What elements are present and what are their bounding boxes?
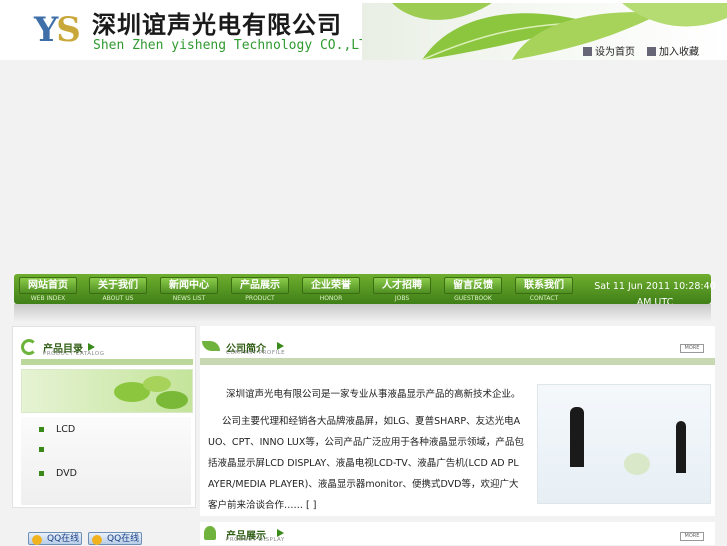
- set-homepage-link[interactable]: 设为首页: [583, 43, 635, 58]
- nav-item-news[interactable]: 新闻中心 NEWS LIST: [160, 274, 218, 304]
- sprout-icon: [204, 526, 216, 540]
- site-header: YS 深圳谊声光电有限公司 Shen Zhen yisheng Technolo…: [0, 0, 727, 60]
- main-navigation: 网站首页 WEB INDEX 关于我们 ABOUT US 新闻中心 NEWS LIST…: [14, 274, 716, 308]
- catalog-item-lcd[interactable]: LCD: [39, 424, 75, 435]
- catalog-item[interactable]: [39, 447, 56, 452]
- product-catalog-panel: 产品目录 PRODUCT CATALOG LCD DVD: [12, 326, 196, 508]
- bullet-icon: [39, 471, 44, 476]
- intro-paragraph-2: 公司主要代理和经销各大品牌液晶屏，如LG、夏普SHARP、友达光电AUO、CPT…: [208, 416, 524, 511]
- qq-online-button-1[interactable]: QQ在线: [28, 532, 82, 545]
- nav-shadow: [14, 304, 711, 322]
- arrow-right-icon: [277, 529, 284, 537]
- nav-item-jobs[interactable]: 人才招聘 JOBS: [373, 274, 431, 304]
- bullet-icon: [39, 427, 44, 432]
- add-favorite-link[interactable]: 加入收藏: [647, 43, 699, 58]
- leaf-icon: [202, 341, 220, 351]
- catalog-leaf-image: [21, 369, 193, 413]
- product-more-button[interactable]: MORE: [680, 532, 704, 541]
- sprout-egg-graphic: [624, 453, 650, 475]
- catalog-list: LCD DVD: [21, 417, 191, 505]
- bullet-icon: [39, 447, 44, 452]
- company-profile-panel: 公司简介 COMPANY PROFILE MORE 深圳谊声光电有限公司是一家专…: [200, 326, 715, 516]
- person-figure: [570, 407, 584, 467]
- nav-item-home[interactable]: 网站首页 WEB INDEX: [19, 274, 77, 304]
- read-more-link[interactable]: [ ]: [306, 500, 316, 511]
- catalog-item-dvd[interactable]: DVD: [39, 468, 77, 479]
- qq-penguin-icon: [32, 535, 42, 545]
- business-people-image: [537, 384, 711, 504]
- catalog-title-en: PRODUCT CATALOG: [43, 351, 105, 357]
- header-tools: 设为首页 加入收藏: [583, 43, 699, 58]
- company-intro-text: 深圳谊声光电有限公司是一家专业从事液晶显示产品的高新技术企业。 公司主要代理和经…: [208, 384, 524, 516]
- arrow-right-icon: [88, 343, 95, 351]
- product-title-en: PRODUCT DISPLAY: [226, 537, 285, 543]
- home-icon: [583, 47, 592, 56]
- company-name-cn: 深圳谊声光电有限公司: [92, 11, 342, 39]
- arrow-right-icon: [277, 342, 284, 350]
- company-name-en: Shen Zhen yisheng Technology CO.,LTD: [93, 38, 375, 53]
- nav-item-contact[interactable]: 联系我们 CONTACT: [515, 274, 573, 304]
- leaf-illustration-small: [114, 376, 188, 409]
- qq-online-button-2[interactable]: QQ在线: [88, 532, 142, 545]
- recycle-icon: [21, 339, 37, 355]
- company-logo[interactable]: YS: [34, 10, 81, 50]
- profile-header: 公司简介 COMPANY PROFILE MORE: [200, 326, 715, 362]
- nav-item-honor[interactable]: 企业荣誉 HONOR: [302, 274, 360, 304]
- nav-item-products[interactable]: 产品展示 PRODUCT: [231, 274, 289, 304]
- catalog-divider: [21, 359, 193, 365]
- product-display-header: 产品展示 PRODUCT DISPLAY MORE: [200, 522, 715, 545]
- person-figure: [676, 421, 686, 473]
- nav-item-about[interactable]: 关于我们 ABOUT US: [89, 274, 147, 304]
- banner-area: [0, 60, 727, 272]
- profile-title-en: COMPANY PROFILE: [226, 350, 286, 356]
- qq-penguin-icon: [92, 535, 102, 545]
- intro-paragraph-1: 深圳谊声光电有限公司是一家专业从事液晶显示产品的高新技术企业。: [226, 389, 521, 400]
- profile-more-button[interactable]: MORE: [680, 344, 704, 353]
- nav-item-guestbook[interactable]: 留言反馈 GUESTBOOK: [444, 274, 502, 304]
- profile-divider: [200, 358, 715, 365]
- star-icon: [647, 47, 656, 56]
